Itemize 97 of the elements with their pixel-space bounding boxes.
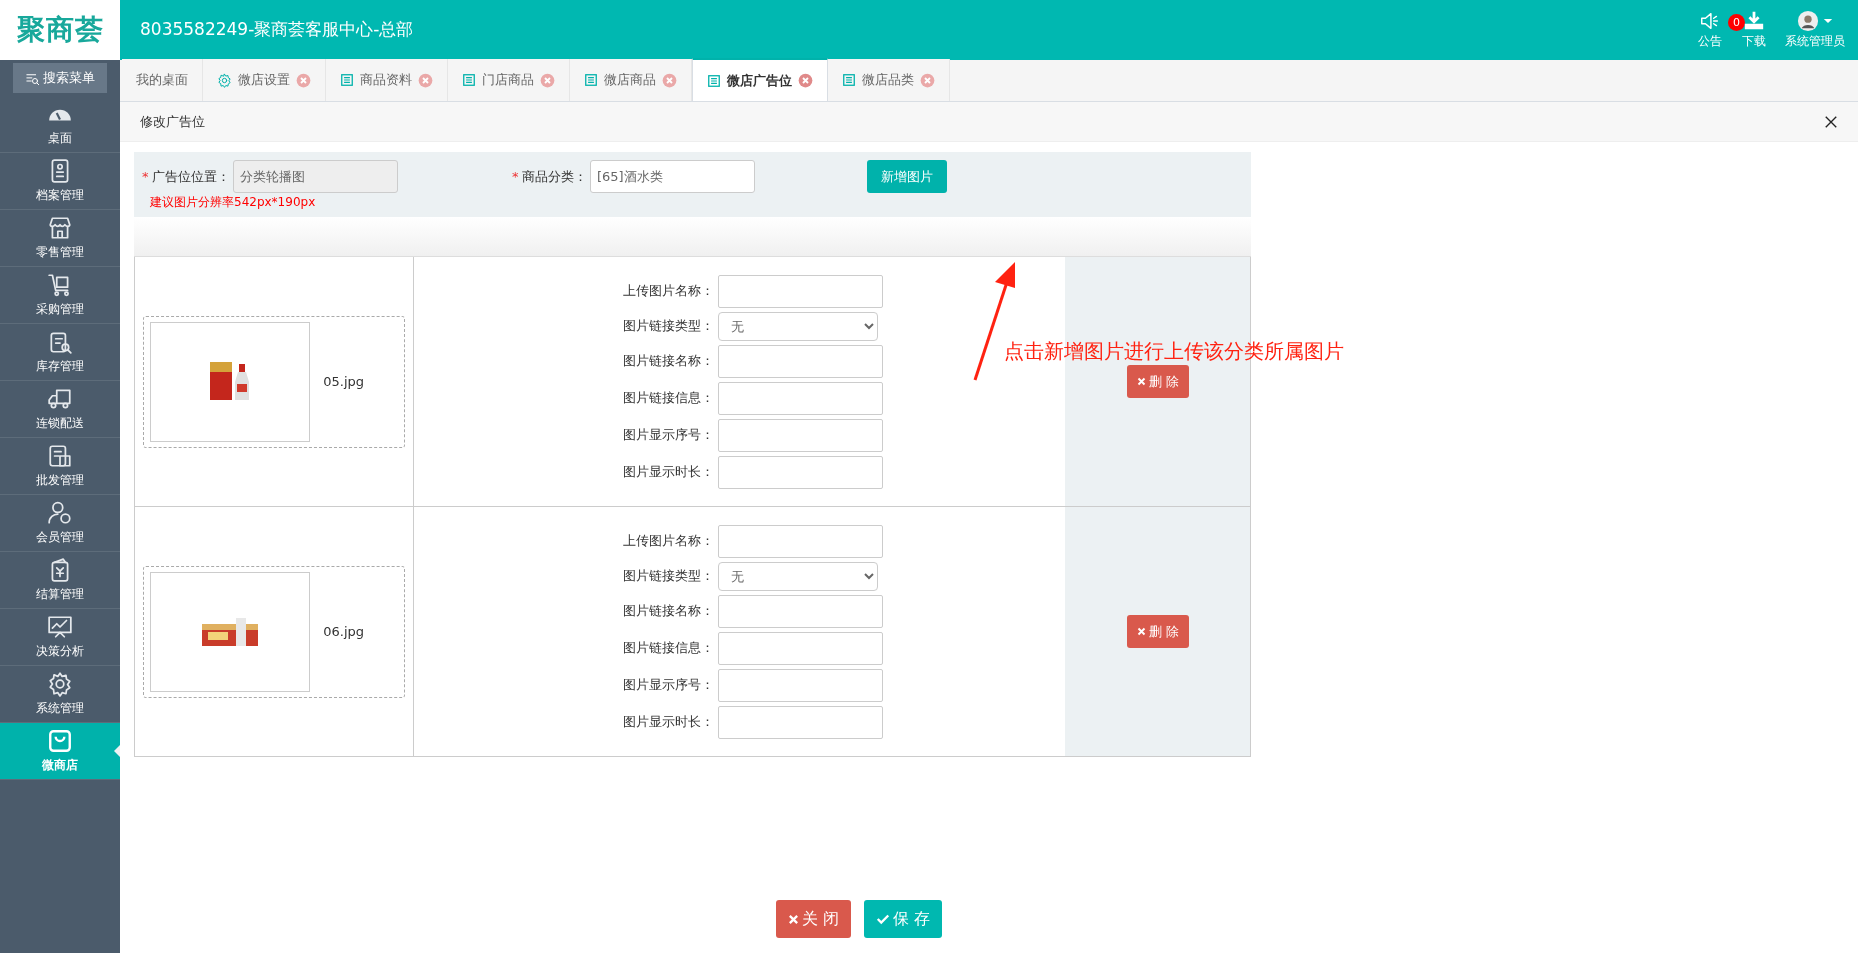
presentation-chart-icon xyxy=(47,614,73,640)
tab[interactable]: 微店设置 xyxy=(203,59,326,101)
header-title: 8035582249-聚商荟客服中心-总部 xyxy=(139,18,414,42)
search-menu-button[interactable]: 搜索菜单 xyxy=(13,63,107,93)
sidebar-item[interactable]: 档案管理 xyxy=(0,153,120,210)
sidebar-item[interactable]: 会员管理 xyxy=(0,495,120,552)
sidebar-item[interactable]: 采购管理 xyxy=(0,267,120,324)
sidebar-label: 会员管理 xyxy=(36,529,84,546)
sidebar-item[interactable]: 决策分析 xyxy=(0,609,120,666)
sidebar-label: 桌面 xyxy=(48,130,72,147)
input-field[interactable] xyxy=(717,631,883,665)
file-name: 06.jpg xyxy=(323,622,364,641)
sidebar-label: 决策分析 xyxy=(36,643,84,660)
field-label: 图片链接信息： xyxy=(622,638,715,657)
close-button[interactable]: 关 闭 xyxy=(775,900,851,938)
field-label: 图片链接信息： xyxy=(622,388,715,407)
logo: 聚商荟 xyxy=(16,12,104,48)
input-field[interactable] xyxy=(717,594,883,628)
input-field[interactable] xyxy=(717,344,883,378)
input-field[interactable] xyxy=(717,274,883,308)
tab[interactable]: 我的桌面 xyxy=(122,59,203,101)
field-label: 图片链接名称： xyxy=(622,601,715,620)
field-label: 图片显示序号： xyxy=(622,425,715,444)
delete-button[interactable]: 删 除 xyxy=(1126,615,1189,648)
field-label: 商品分类： xyxy=(521,167,587,186)
close-icon xyxy=(1136,377,1146,386)
sidebar-label: 采购管理 xyxy=(36,301,84,318)
notification-badge: 0 xyxy=(1728,14,1745,31)
sidebar-item[interactable]: 结算管理 xyxy=(0,552,120,609)
required-mark: * xyxy=(142,167,149,186)
upload-area[interactable]: 06.jpg xyxy=(143,565,406,698)
delete-button[interactable]: 删 除 xyxy=(1126,365,1189,398)
annotation-text: 点击新增图片进行上传该分类所属图片 xyxy=(1004,338,1344,365)
field-label: 上传图片名称： xyxy=(622,531,715,550)
sidebar-label: 批发管理 xyxy=(36,472,84,489)
action-label: 下载 xyxy=(1741,33,1766,50)
field-label: 图片显示时长： xyxy=(622,712,715,731)
clipboard-search-icon xyxy=(47,329,73,355)
list-icon xyxy=(340,73,354,87)
speaker-icon[interactable] xyxy=(1699,10,1721,32)
field-label: 图片链接类型： xyxy=(622,566,715,585)
close-icon xyxy=(787,913,799,925)
sidebar-label: 系统管理 xyxy=(36,700,84,717)
check-icon xyxy=(876,912,890,926)
input-field[interactable] xyxy=(717,524,883,558)
list-icon xyxy=(584,73,598,87)
sidebar-label: 结算管理 xyxy=(36,586,84,603)
user-name: 系统管理员 xyxy=(1785,33,1845,50)
sidebar-item[interactable]: 库存管理 xyxy=(0,324,120,381)
sidebar-label: 微商店 xyxy=(42,757,78,774)
gear-icon xyxy=(217,72,232,88)
tab[interactable]: 商品资料 xyxy=(326,59,448,101)
input-field[interactable] xyxy=(717,668,883,702)
input-field[interactable]: [65]酒水类 xyxy=(590,160,755,193)
tab[interactable]: 微店商品 xyxy=(570,59,692,101)
sidebar-label: 档案管理 xyxy=(36,187,84,204)
user-icon xyxy=(47,500,73,526)
select-field[interactable]: 无 xyxy=(717,561,878,591)
field-label: 上传图片名称： xyxy=(622,281,715,300)
close-icon[interactable] xyxy=(1824,114,1838,129)
truck-icon xyxy=(47,386,73,412)
list-icon xyxy=(462,73,476,87)
field-label: 图片链接类型： xyxy=(622,316,715,335)
list-icon xyxy=(707,73,721,88)
sidebar-label: 零售管理 xyxy=(36,244,84,261)
sidebar-label: 连锁配送 xyxy=(36,415,84,432)
field-label: 图片显示时长： xyxy=(622,462,715,481)
sidebar-label: 库存管理 xyxy=(36,358,84,375)
hint-text: 建议图片分辨率542px*190px xyxy=(149,194,317,211)
tab[interactable]: 微店品类 xyxy=(828,59,950,101)
upload-area[interactable]: 05.jpg xyxy=(143,315,406,448)
required-mark: * xyxy=(512,167,519,186)
input-field[interactable] xyxy=(717,418,883,452)
download-icon[interactable] xyxy=(1742,10,1765,32)
field-label: 图片链接名称： xyxy=(622,351,715,370)
action-label: 公告 xyxy=(1698,33,1722,50)
sidebar-item[interactable]: 批发管理 xyxy=(0,438,120,495)
sidebar-item[interactable]: 连锁配送 xyxy=(0,381,120,438)
sidebar-item[interactable]: 零售管理 xyxy=(0,210,120,267)
caret-icon[interactable] xyxy=(1822,16,1833,26)
input-field[interactable] xyxy=(717,381,883,415)
input-field[interactable] xyxy=(717,455,883,489)
clipboard-icon xyxy=(47,443,73,469)
shopping-bag-icon xyxy=(47,728,73,754)
close-icon xyxy=(1136,627,1146,636)
select-field[interactable]: 无 xyxy=(717,311,878,341)
gear-icon xyxy=(47,671,73,697)
tab[interactable]: 门店商品 xyxy=(448,59,570,101)
input-field[interactable] xyxy=(717,705,883,739)
storefront-icon xyxy=(47,215,73,241)
field-label: 广告位位置： xyxy=(151,167,230,186)
field-label: 图片显示序号： xyxy=(622,675,715,694)
panel-title: 修改广告位 xyxy=(140,112,205,131)
file-name: 05.jpg xyxy=(323,372,364,391)
avatar-icon[interactable] xyxy=(1797,10,1820,32)
tab[interactable]: 微店广告位 xyxy=(692,58,828,101)
list-icon xyxy=(842,73,856,87)
